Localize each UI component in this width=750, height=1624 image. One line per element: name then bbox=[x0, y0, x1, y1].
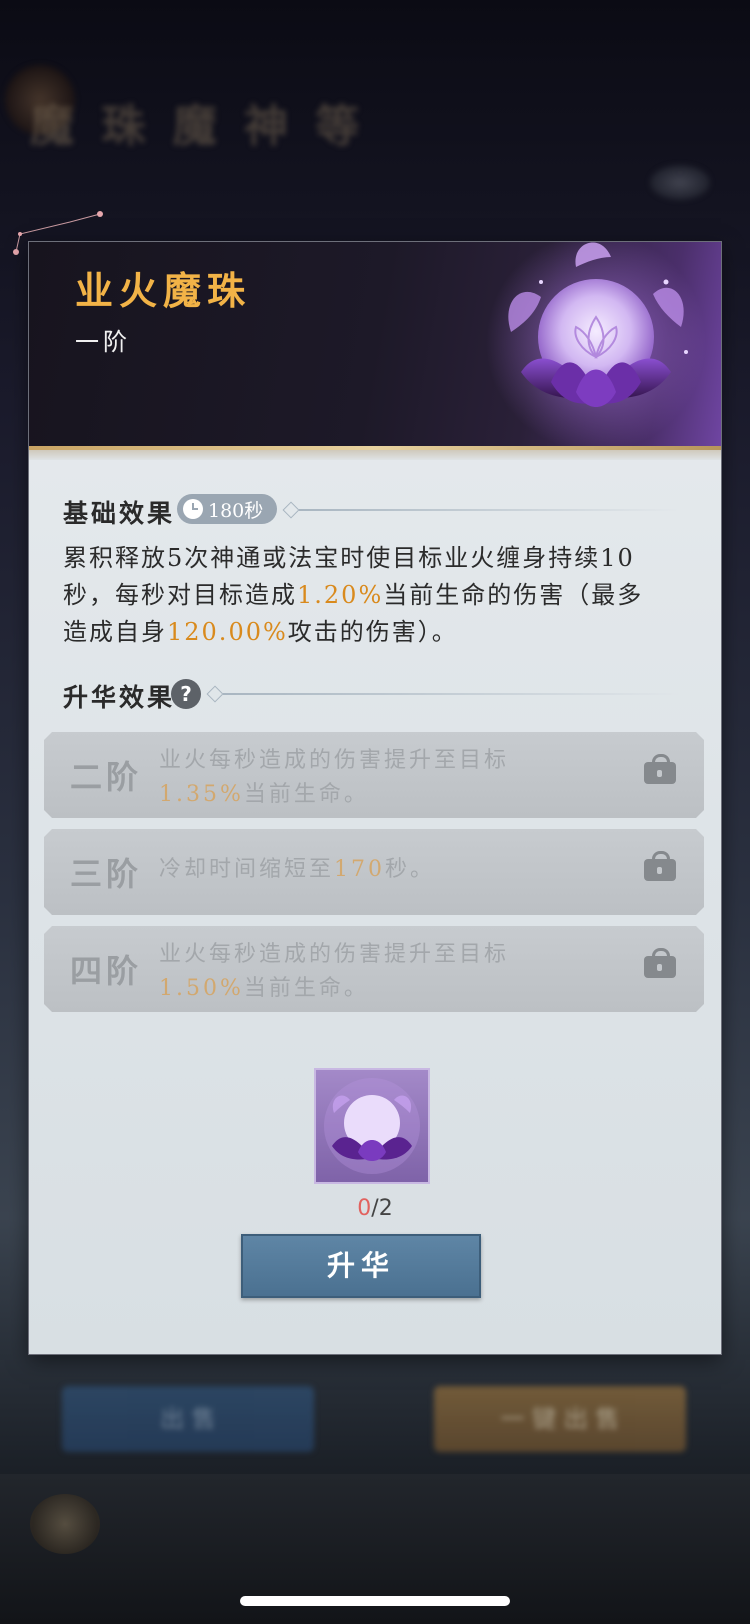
tier-value: 170 bbox=[334, 857, 386, 882]
help-icon[interactable]: ? bbox=[171, 679, 201, 709]
karma-fire-orb-icon bbox=[324, 1078, 420, 1174]
material-required: /2 bbox=[371, 1196, 393, 1221]
desc-value-cap: 120.00% bbox=[167, 618, 288, 646]
tier-name: 四阶 bbox=[70, 952, 143, 990]
tier-value: 1.50% bbox=[159, 976, 244, 1001]
panel-header: 业火魔珠 一阶 bbox=[29, 242, 721, 446]
tier-text: 秒。 bbox=[385, 857, 436, 882]
material-owned: 0 bbox=[357, 1196, 372, 1221]
back-icon bbox=[30, 1494, 100, 1554]
background-sell-button: 出 售 bbox=[62, 1386, 314, 1452]
tier-text: 冷却时间缩短至 bbox=[159, 857, 335, 882]
ascension-effect-title: 升华效果 bbox=[63, 683, 176, 712]
tier-value: 1.35% bbox=[159, 782, 244, 807]
divider-diamond-icon bbox=[282, 501, 300, 519]
header-shadow bbox=[29, 450, 721, 460]
material-slot[interactable] bbox=[314, 1068, 430, 1184]
material-count: 0/2 bbox=[29, 1196, 721, 1221]
background-top-right-icon bbox=[650, 165, 710, 200]
tier-name: 三阶 bbox=[70, 855, 143, 893]
tier-row-2[interactable]: 二阶 业火每秒造成的伤害提升至目标 1.35%当前生命。 bbox=[44, 732, 704, 818]
section-divider bbox=[299, 509, 679, 511]
lock-icon bbox=[644, 851, 676, 881]
background-title: 魔 珠 魔 神 等 bbox=[30, 101, 366, 152]
item-name: 业火魔珠 bbox=[75, 268, 252, 313]
ascension-tier-list[interactable]: 二阶 业火每秒造成的伤害提升至目标 1.35%当前生命。 三阶 冷却时间缩短至17… bbox=[44, 732, 704, 1022]
tier-description: 冷却时间缩短至170秒。 bbox=[159, 853, 579, 887]
tier-text: 当前生命。 bbox=[243, 782, 369, 807]
item-tier: 一阶 bbox=[75, 328, 131, 356]
section-divider bbox=[223, 693, 679, 695]
ascend-button[interactable]: 升华 bbox=[241, 1234, 481, 1298]
tier-row-4[interactable]: 四阶 业火每秒造成的伤害提升至目标 1.50%当前生命。 bbox=[44, 926, 704, 1012]
desc-value-damage: 1.20% bbox=[297, 581, 384, 609]
tier-description: 业火每秒造成的伤害提升至目标 1.35%当前生命。 bbox=[159, 744, 579, 812]
divider-diamond-icon bbox=[206, 685, 224, 703]
base-effect-description: 累积释放5次神通或法宝时使目标业火缠身持续10秒，每秒对目标造成1.20%当前生… bbox=[63, 540, 663, 651]
base-effect-title: 基础效果 bbox=[63, 499, 176, 528]
tier-name: 二阶 bbox=[70, 758, 143, 796]
tier-text: 业火每秒造成的伤害提升至目标 bbox=[159, 942, 510, 967]
karma-fire-orb-icon bbox=[486, 242, 706, 446]
lock-icon bbox=[644, 948, 676, 978]
home-indicator[interactable] bbox=[240, 1596, 510, 1606]
tier-description: 业火每秒造成的伤害提升至目标 1.50%当前生命。 bbox=[159, 938, 579, 1006]
lock-icon bbox=[644, 754, 676, 784]
item-detail-panel: 业火魔珠 一阶 基础效果 180秒 累积释放5次神通或法宝时使目标业火缠身持续1… bbox=[29, 242, 721, 1354]
clock-icon bbox=[183, 499, 203, 519]
cooldown-value: 180秒 bbox=[208, 499, 264, 522]
cooldown-badge: 180秒 bbox=[177, 494, 277, 524]
tier-text: 业火每秒造成的伤害提升至目标 bbox=[159, 748, 510, 773]
tier-text: 当前生命。 bbox=[243, 976, 369, 1001]
tier-row-3[interactable]: 三阶 冷却时间缩短至170秒。 bbox=[44, 829, 704, 915]
background-sell-all-button: 一 键 出 售 bbox=[434, 1386, 686, 1452]
desc-text-3: 攻击的伤害）。 bbox=[287, 618, 458, 646]
